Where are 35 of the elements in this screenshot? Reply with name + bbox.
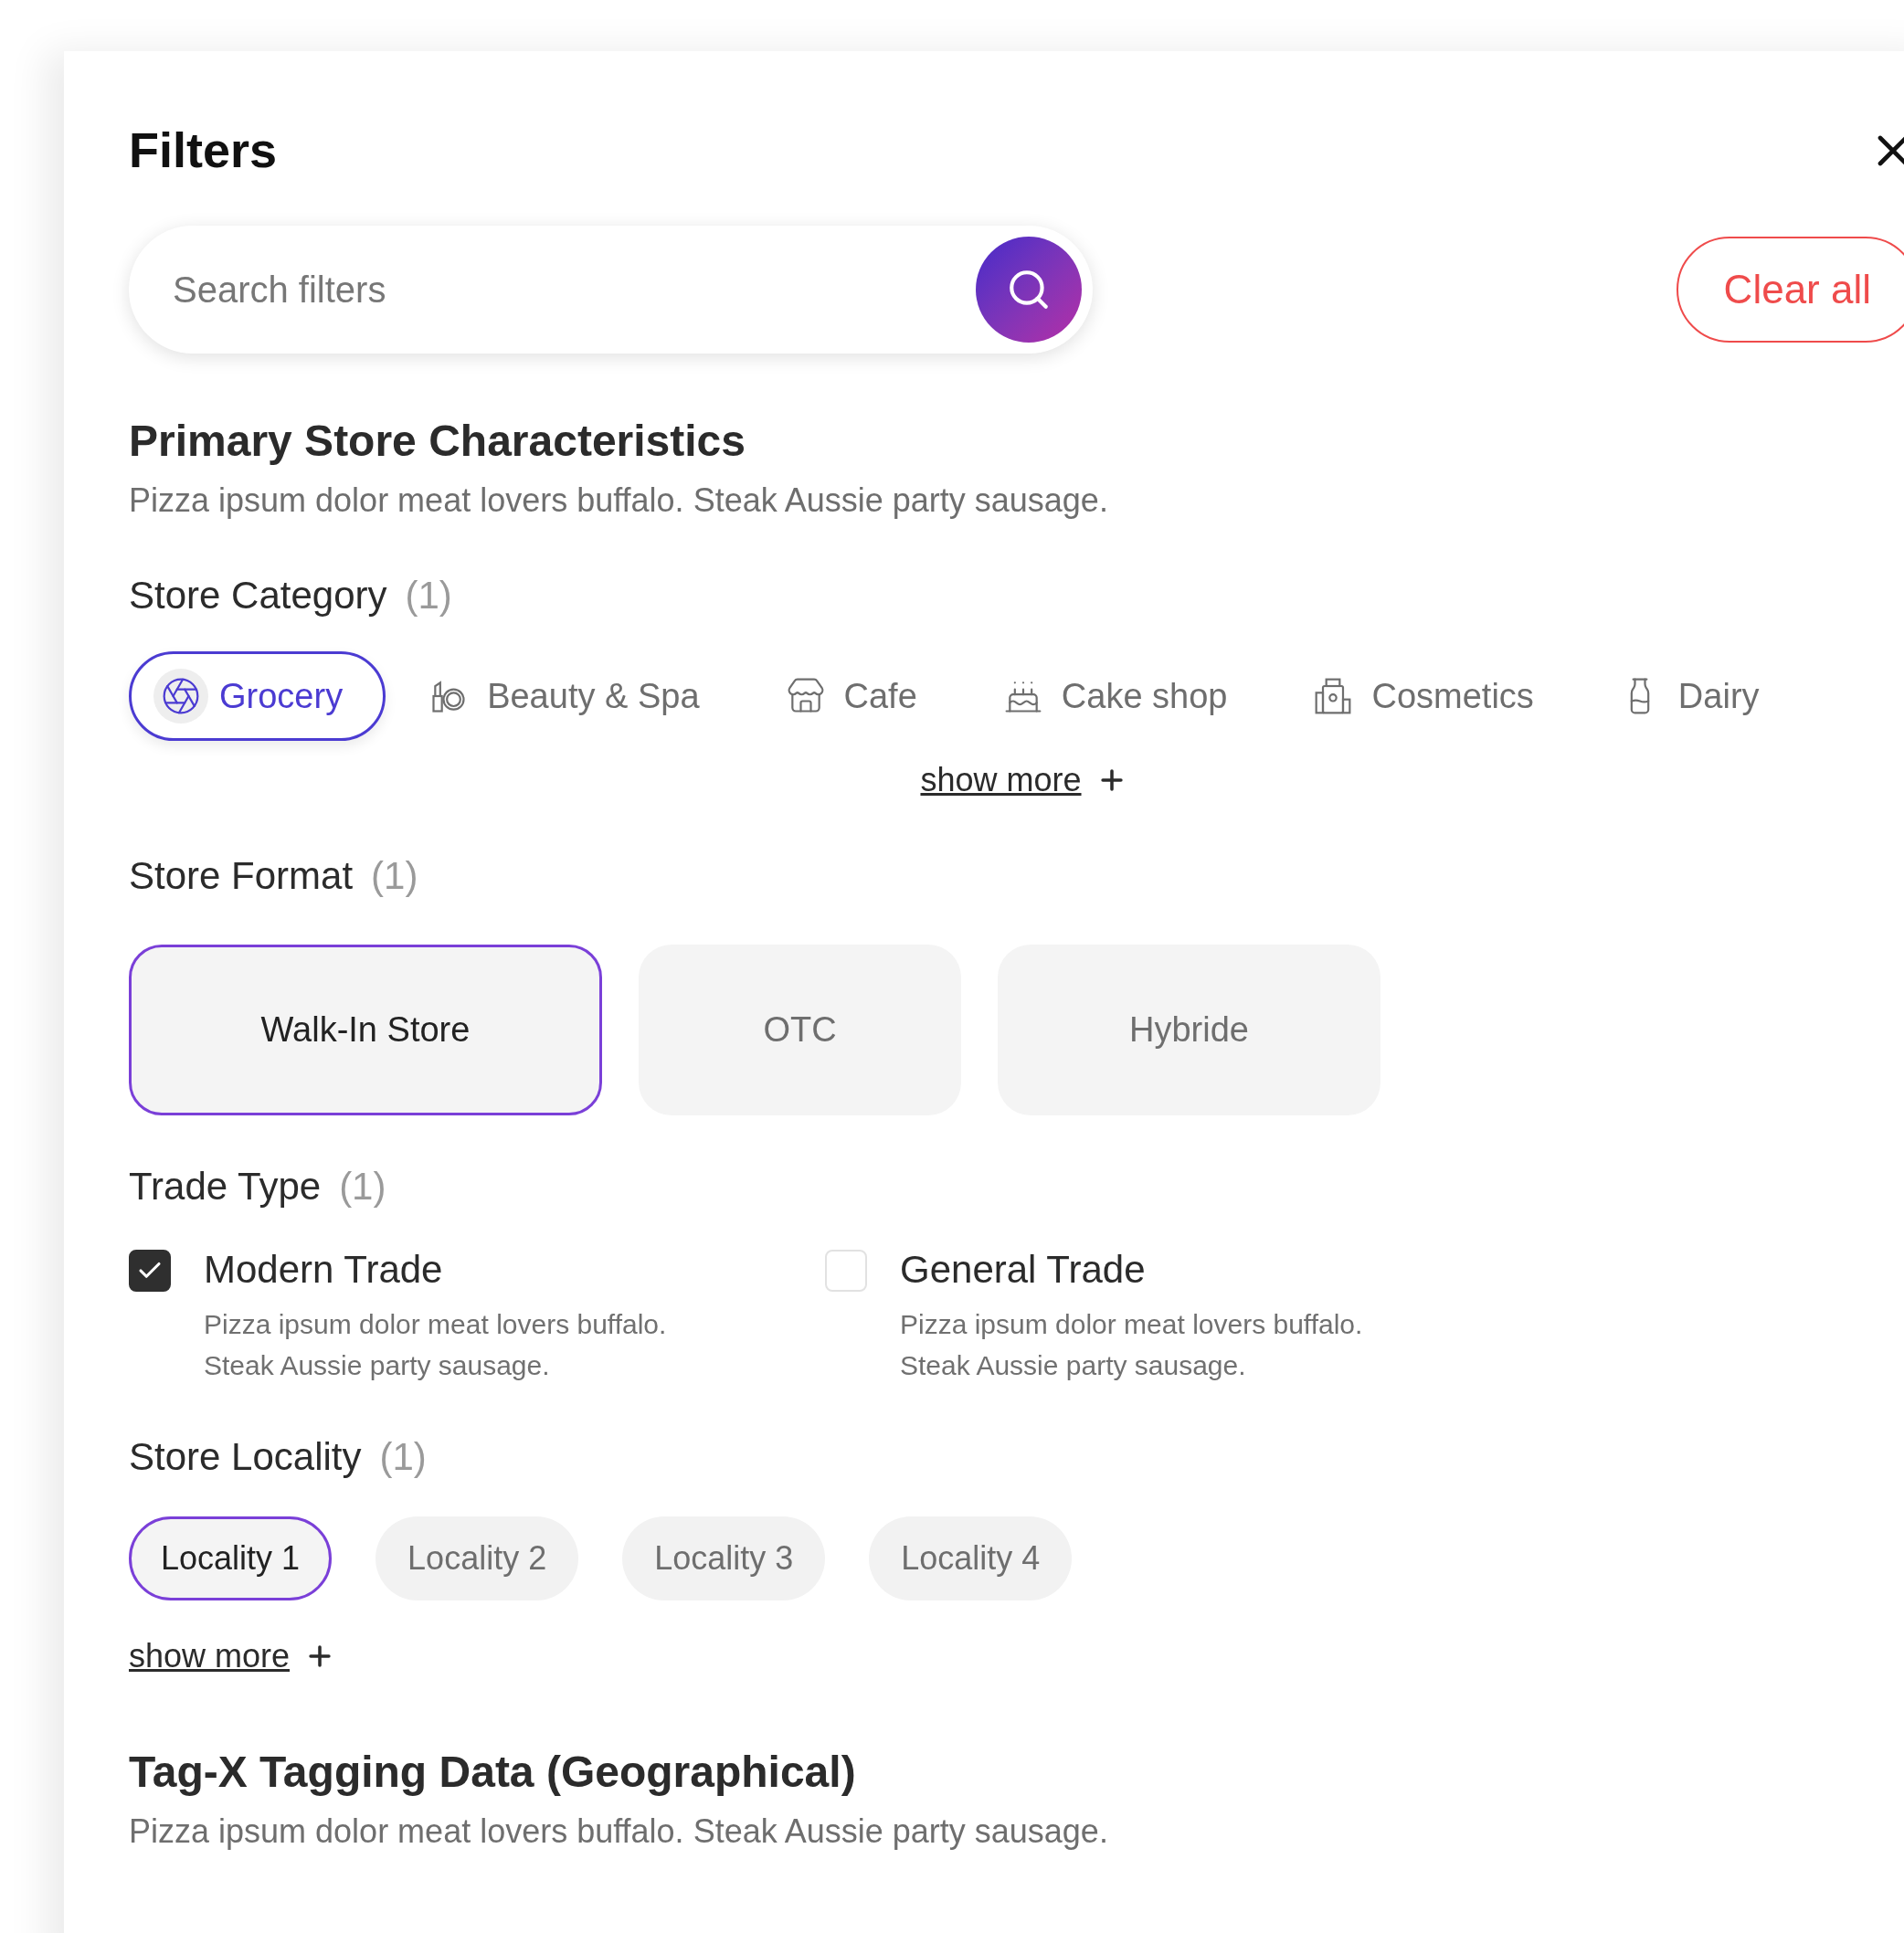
format-tile[interactable]: Walk-In Store xyxy=(129,945,602,1115)
checkbox[interactable] xyxy=(129,1250,171,1292)
option-label: Modern Trade xyxy=(204,1247,444,1293)
locality-pill[interactable]: Locality 2 xyxy=(376,1516,579,1600)
show-more-link[interactable]: show more xyxy=(129,1631,336,1681)
option-description: Pizza ipsum dolor meat lovers buffalo. Steak Aussie party sausage. xyxy=(204,1307,668,1382)
category-chip[interactable]: Cafe xyxy=(753,651,960,741)
group-title: Store Locality xyxy=(129,1433,362,1480)
group-title: Store Category xyxy=(129,573,387,618)
option-description: Pizza ipsum dolor meat lovers buffalo. Steak Aussie party sausage. xyxy=(900,1307,1364,1382)
selected-count: (1) xyxy=(379,1433,427,1480)
category-chip[interactable]: Cake shop xyxy=(970,651,1271,741)
option-label: General Trade xyxy=(900,1247,1147,1293)
locality-pill[interactable]: Locality 3 xyxy=(622,1516,826,1600)
section-description: Pizza ipsum dolor meat lovers buffalo. Steak Aussie party sausage. xyxy=(129,481,1109,521)
category-chip[interactable]: Grocery xyxy=(129,651,386,741)
section-description: Pizza ipsum dolor meat lovers buffalo. Steak Aussie party sausage. xyxy=(129,1811,1109,1852)
search-field[interactable]: Search filters xyxy=(173,262,976,317)
section-title: Tag-X Tagging Data (Geographical) xyxy=(129,1746,857,1798)
clear-all-button[interactable]: Clear all xyxy=(1676,237,1904,343)
format-tile[interactable]: OTC xyxy=(639,945,961,1115)
category-chip[interactable]: Beauty & Spa xyxy=(397,651,743,741)
show-more-link[interactable]: show more xyxy=(920,755,1127,805)
category-chip[interactable]: Cosmetics xyxy=(1281,651,1577,741)
group-title: Trade Type xyxy=(129,1164,322,1209)
format-tile[interactable]: Hybride xyxy=(998,945,1380,1115)
locality-pill[interactable]: Locality 4 xyxy=(869,1516,1073,1600)
locality-pill[interactable]: Locality 1 xyxy=(129,1516,333,1600)
panel-title: Filters xyxy=(129,121,278,179)
selected-count: (1) xyxy=(371,853,418,899)
selected-count: (1) xyxy=(405,573,452,618)
selected-count: (1) xyxy=(339,1164,386,1209)
category-chip[interactable]: Dairy xyxy=(1587,651,1803,741)
group-title: Store Format xyxy=(129,853,354,899)
section-title: Primary Store Characteristics xyxy=(129,416,746,467)
